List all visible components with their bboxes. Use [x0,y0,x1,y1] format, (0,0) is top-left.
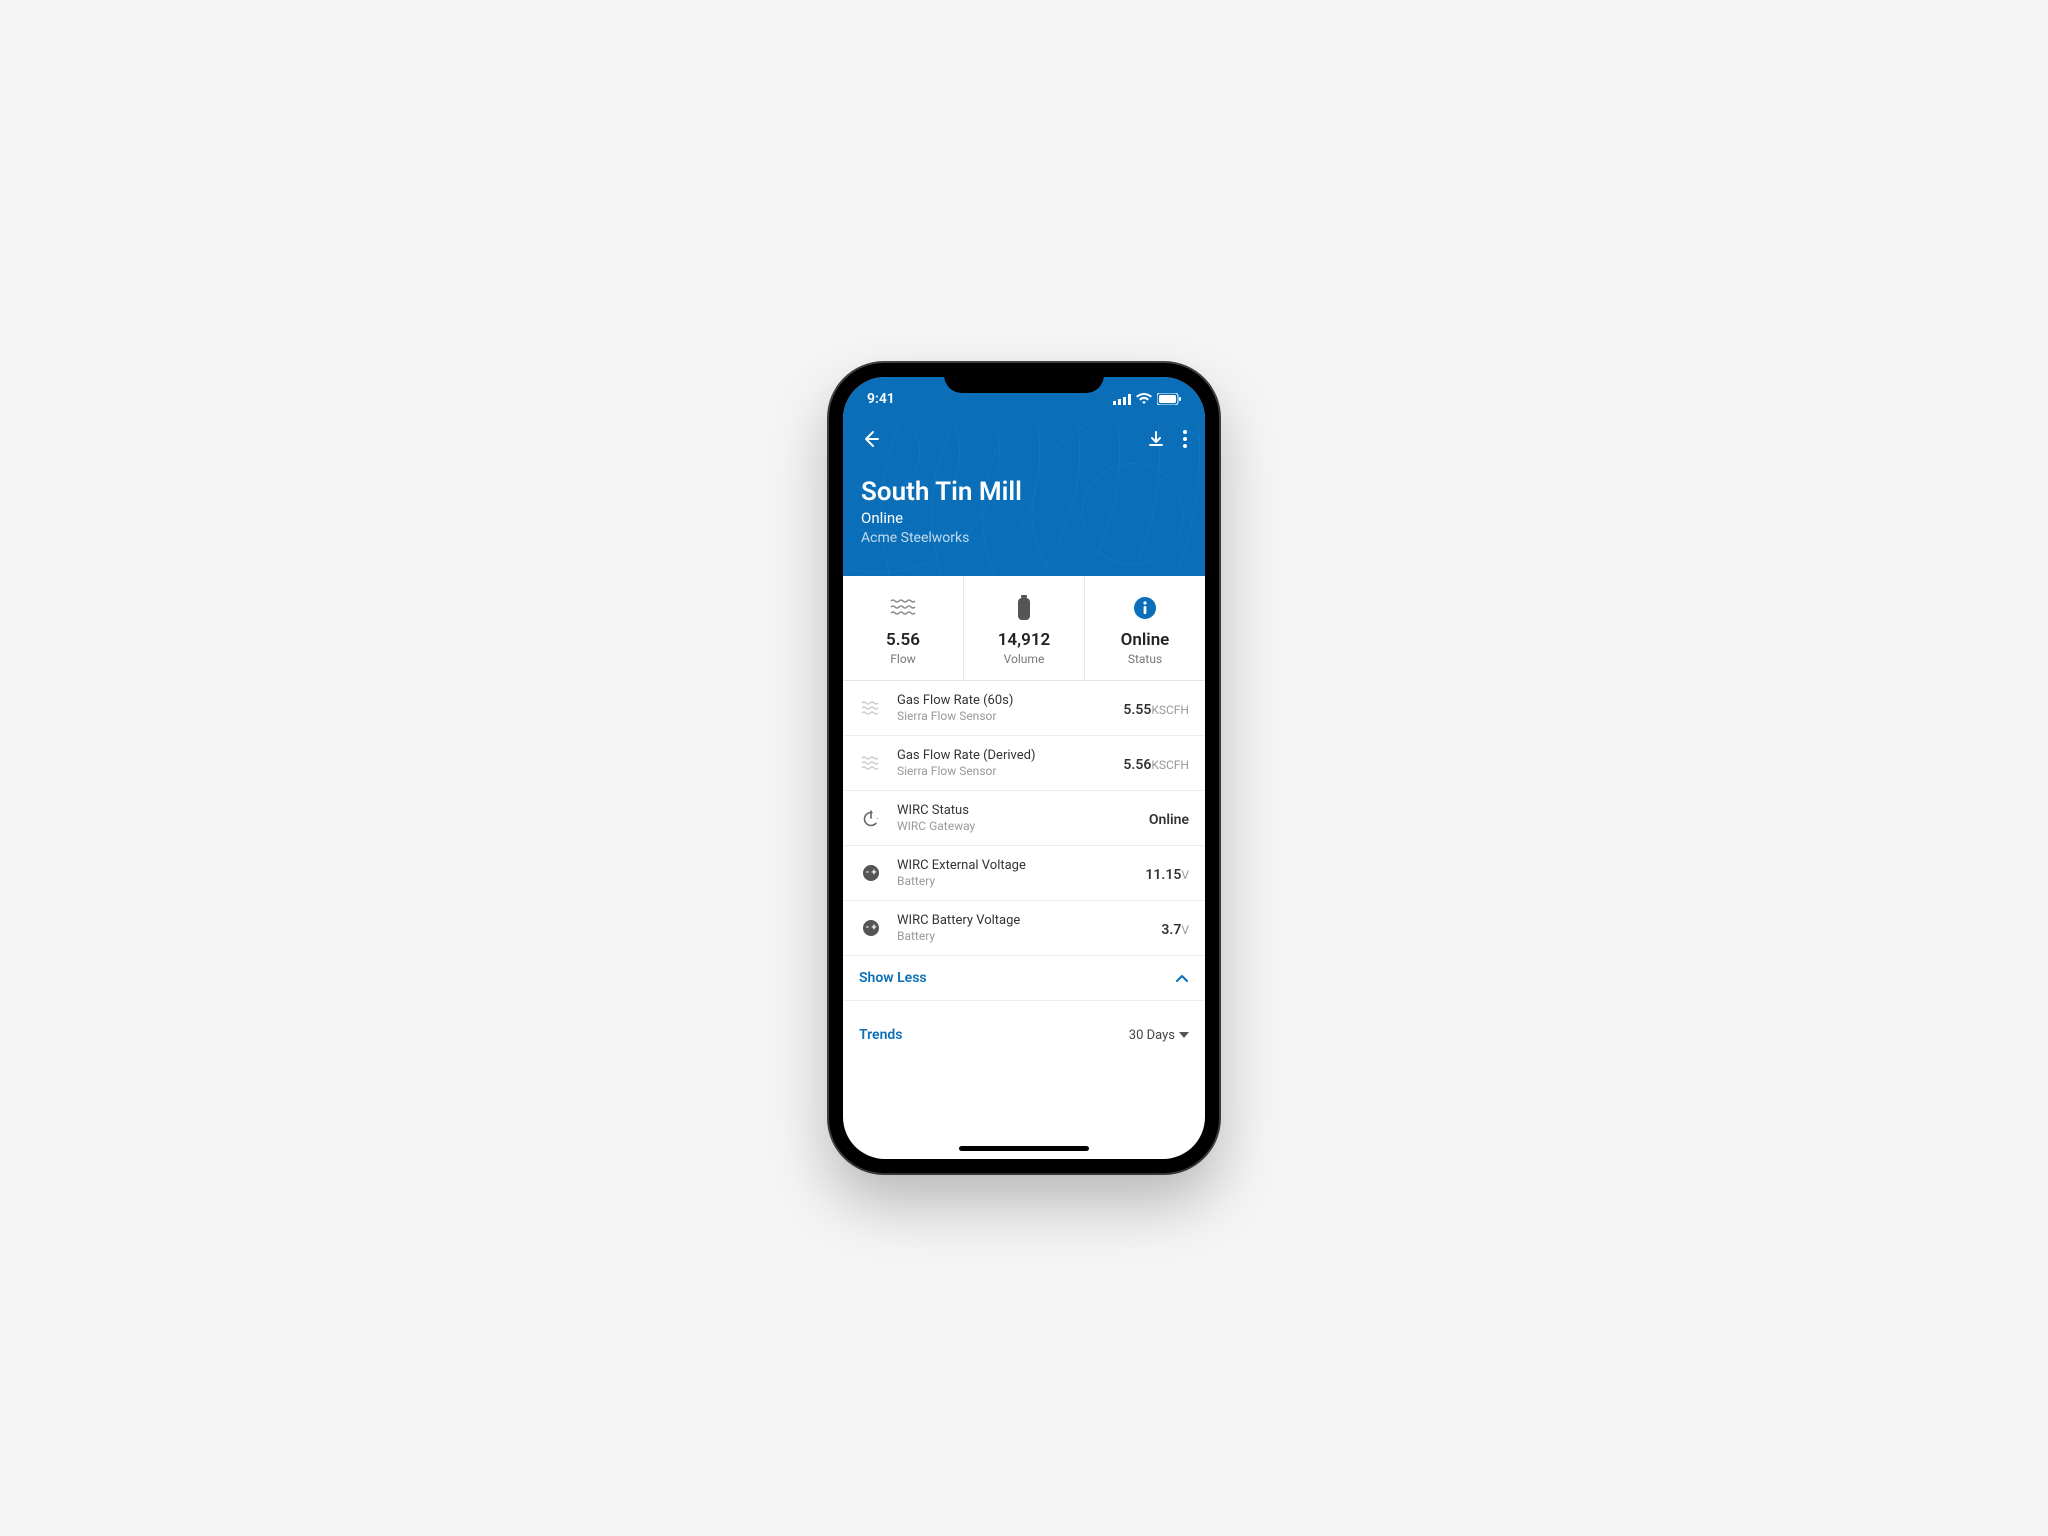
sensor-unit: V [1181,868,1189,882]
cellular-icon [1113,394,1131,405]
sensor-sub: Battery [897,874,1131,888]
sensor-unit: KSCFH [1151,703,1189,717]
phone-notch [944,363,1104,393]
download-button[interactable] [1147,430,1165,448]
flow-icon [861,756,881,770]
sensor-title: WIRC Status [897,803,1135,818]
battery-pole-icon: - + [863,865,879,881]
list-item[interactable]: WIRC Status WIRC Gateway Online [843,791,1205,846]
chevron-up-icon [1175,973,1189,983]
card-status-value: Online [1089,630,1201,650]
list-item[interactable]: - + WIRC External Voltage Battery 11.15V [843,846,1205,901]
info-icon [1133,596,1157,620]
flow-icon [890,598,916,618]
sensor-value: 5.55 [1123,702,1151,718]
sensor-sub: WIRC Gateway [897,819,1135,833]
caret-down-icon [1179,1032,1189,1038]
page-status: Online [861,509,1187,527]
wifi-icon [1136,393,1152,405]
sensor-sub: Sierra Flow Sensor [897,764,1109,778]
sensor-title: Gas Flow Rate (60s) [897,693,1109,708]
home-indicator[interactable] [959,1146,1089,1151]
trends-range-select[interactable]: 30 Days [1129,1028,1189,1043]
card-flow[interactable]: 5.56 Flow [843,576,964,680]
card-flow-label: Flow [847,652,959,666]
toggle-show-less[interactable]: Show Less [843,956,1205,1001]
power-icon [862,809,880,827]
sensor-value: 5.56 [1123,757,1151,773]
sensor-title: WIRC External Voltage [897,858,1131,873]
trends-range-value: 30 Days [1129,1028,1175,1043]
page-title: South Tin Mill [861,477,1187,507]
tank-icon [1017,595,1031,621]
flow-icon [861,701,881,715]
card-volume-value: 14,912 [968,630,1080,650]
status-time: 9:41 [867,391,895,407]
sensor-title: Gas Flow Rate (Derived) [897,748,1109,763]
battery-pole-icon: - + [863,920,879,936]
sensor-value: 11.15 [1145,867,1181,883]
status-indicators [1113,393,1181,405]
sensor-title: WIRC Battery Voltage [897,913,1147,928]
toggle-label: Show Less [859,970,927,986]
header: South Tin Mill Online Acme Steelworks [843,421,1205,576]
list-item[interactable]: - + WIRC Battery Voltage Battery 3.7V [843,901,1205,956]
trends-row: Trends 30 Days [843,1009,1205,1061]
list-item[interactable]: Gas Flow Rate (Derived) Sierra Flow Sens… [843,736,1205,791]
phone-frame: 9:41 S [829,363,1219,1173]
more-vertical-icon [1183,430,1187,448]
sensor-value: Online [1149,812,1189,828]
arrow-left-icon [861,429,881,449]
sensor-value: 3.7 [1161,922,1181,938]
card-volume-label: Volume [968,652,1080,666]
phone-screen: 9:41 S [843,377,1205,1159]
summary-cards: 5.56 Flow 14,912 Volume Online Status [843,576,1205,681]
back-button[interactable] [861,429,881,449]
sensor-list: Gas Flow Rate (60s) Sierra Flow Sensor 5… [843,681,1205,956]
battery-icon [1157,393,1181,405]
card-volume[interactable]: 14,912 Volume [964,576,1085,680]
sensor-unit: KSCFH [1151,758,1189,772]
card-status-label: Status [1089,652,1201,666]
card-flow-value: 5.56 [847,630,959,650]
card-status[interactable]: Online Status [1085,576,1205,680]
page-organization: Acme Steelworks [861,530,1187,546]
list-item[interactable]: Gas Flow Rate (60s) Sierra Flow Sensor 5… [843,681,1205,736]
more-button[interactable] [1183,430,1187,448]
trends-label: Trends [859,1027,902,1043]
download-icon [1147,430,1165,448]
sensor-sub: Sierra Flow Sensor [897,709,1109,723]
sensor-sub: Battery [897,929,1147,943]
sensor-unit: V [1181,923,1189,937]
